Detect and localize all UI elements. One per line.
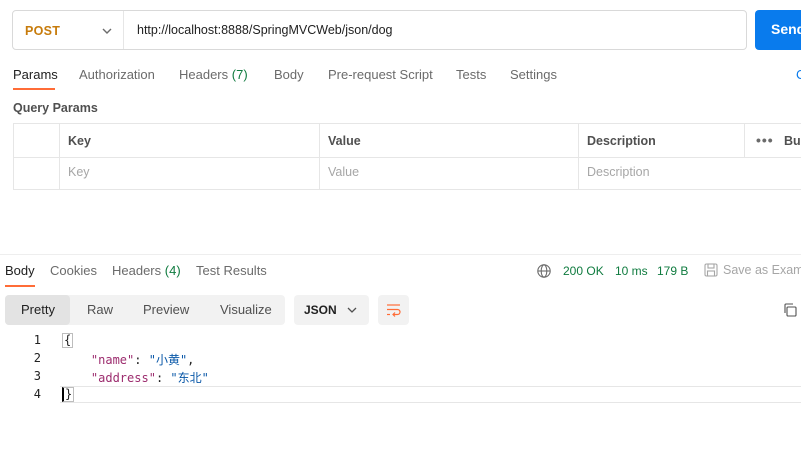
active-tab-indicator [5, 285, 35, 287]
view-preview[interactable]: Preview [143, 302, 189, 317]
query-params-title: Query Params [13, 101, 98, 115]
tab-label: Headers [112, 263, 162, 278]
value-input[interactable]: Value [328, 165, 359, 179]
response-divider [0, 254, 801, 255]
column-divider [744, 124, 745, 157]
code-line[interactable]: "name": "小黄", [62, 351, 195, 368]
view-visualize[interactable]: Visualize [220, 302, 272, 317]
tab-body[interactable]: Body [274, 67, 304, 82]
code-line[interactable]: "address": "东北" [62, 369, 209, 386]
save-icon[interactable] [703, 262, 719, 278]
wrap-icon [387, 304, 401, 317]
row-divider [14, 157, 801, 158]
tab-label: Tests [456, 67, 487, 82]
response-time[interactable]: 10 ms [615, 264, 648, 278]
tab-count: (4) [164, 263, 181, 278]
wrap-lines-button[interactable] [378, 295, 409, 325]
line-number: 4 [33, 387, 41, 401]
json-value: "东北" [170, 371, 209, 385]
line-number: 3 [33, 369, 41, 383]
chevron-down-icon [347, 307, 357, 313]
line-number: 2 [33, 351, 41, 365]
request-bar: POST http://localhost:8888/SpringMVCWeb/… [12, 10, 747, 50]
response-size[interactable]: 179 B [657, 264, 688, 278]
send-button[interactable]: Send [755, 10, 801, 50]
globe-icon[interactable] [536, 263, 552, 279]
view-raw[interactable]: Raw [87, 302, 113, 317]
chevron-down-icon[interactable] [99, 23, 115, 39]
tab-label: Body [5, 263, 35, 278]
tab-label: Headers [179, 67, 229, 82]
tab-headers[interactable]: Headers (7) [179, 67, 248, 82]
tab-label: Body [274, 67, 304, 82]
copy-icon[interactable] [782, 302, 798, 318]
tab-label: Pre-request Script [328, 67, 433, 82]
response-tab-cookies[interactable]: Cookies [50, 263, 97, 278]
json-comma: , [187, 353, 195, 367]
code-line[interactable]: { [62, 333, 74, 348]
key-input[interactable]: Key [68, 165, 90, 179]
response-tab-body[interactable]: Body [5, 263, 35, 278]
cookies-link[interactable]: C [796, 67, 801, 82]
response-tab-headers[interactable]: Headers (4) [112, 263, 181, 278]
tab-settings[interactable]: Settings [510, 67, 557, 82]
active-line-highlight [60, 386, 801, 403]
url-input[interactable]: http://localhost:8888/SpringMVCWeb/json/… [137, 23, 392, 37]
column-header-key: Key [68, 134, 91, 148]
view-pretty[interactable]: Pretty [21, 302, 55, 317]
description-input[interactable]: Description [587, 165, 650, 179]
tab-label: Test Results [196, 263, 267, 278]
open-brace: { [62, 333, 74, 348]
more-options-icon[interactable]: ••• [756, 132, 774, 148]
bulk-edit-button[interactable]: Bu [784, 134, 801, 148]
save-as-example-button[interactable]: Save as Exam [723, 263, 801, 277]
tab-pre-request-script[interactable]: Pre-request Script [328, 67, 433, 82]
close-brace: } [62, 387, 75, 402]
json-value: "小黄" [148, 353, 188, 367]
status-code[interactable]: 200 OK [563, 264, 604, 278]
column-header-description: Description [587, 134, 656, 148]
divider [123, 11, 124, 49]
tab-label: Settings [510, 67, 557, 82]
response-tab-test-results[interactable]: Test Results [196, 263, 267, 278]
tab-label: Cookies [50, 263, 97, 278]
method-select[interactable]: POST [25, 24, 60, 38]
code-line[interactable]: } [62, 387, 75, 402]
tab-authorization[interactable]: Authorization [79, 67, 155, 82]
format-label: JSON [304, 303, 337, 317]
tab-label: Params [13, 67, 58, 82]
tab-params[interactable]: Params [13, 67, 58, 82]
tab-tests[interactable]: Tests [456, 67, 486, 82]
active-tab-indicator [13, 88, 55, 90]
tab-label: Authorization [79, 67, 155, 82]
line-number: 1 [33, 333, 41, 347]
tab-count: (7) [231, 67, 248, 82]
column-header-value: Value [328, 134, 361, 148]
json-key: "address" [90, 371, 156, 385]
json-key: "name" [90, 353, 135, 367]
query-params-table: Key Value Description ••• Bu Key Value D… [13, 123, 801, 190]
